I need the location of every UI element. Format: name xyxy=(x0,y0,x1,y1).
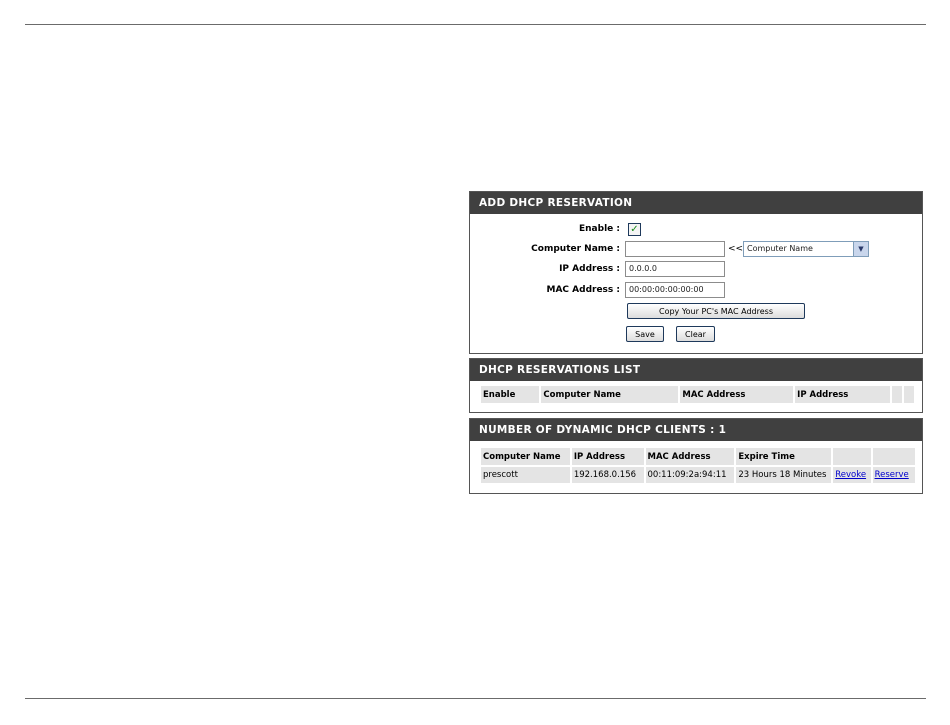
dynamic-clients-table: Computer Name IP Address MAC Address Exp… xyxy=(479,446,917,485)
computer-name-select-value: Computer Name xyxy=(747,244,813,253)
reserve-link[interactable]: Reserve xyxy=(875,470,909,480)
client-ip-address: 192.168.0.156 xyxy=(571,467,644,483)
panel-title: DHCP RESERVATIONS LIST xyxy=(470,359,922,381)
mac-address-input[interactable]: 00:00:00:00:00:00 xyxy=(625,282,725,298)
ip-address-input[interactable]: 0.0.0.0 xyxy=(625,261,725,277)
column-header-ip-address: IP Address xyxy=(795,386,890,403)
column-header-expire-time: Expire Time xyxy=(736,448,832,465)
panel-title: ADD DHCP RESERVATION xyxy=(470,192,922,214)
client-expire-time: 23 Hours 18 Minutes xyxy=(736,467,832,483)
enable-checkbox[interactable]: ✓ xyxy=(628,223,641,236)
save-button[interactable]: Save xyxy=(626,326,664,342)
ip-address-row: IP Address : 0.0.0.0 xyxy=(470,259,922,279)
copy-mac-address-button[interactable]: Copy Your PC's MAC Address xyxy=(627,303,805,319)
enable-row: Enable : ✓ xyxy=(470,219,922,239)
computer-name-input[interactable] xyxy=(625,241,725,257)
revoke-link[interactable]: Revoke xyxy=(835,470,866,480)
table-header-row: Computer Name IP Address MAC Address Exp… xyxy=(481,448,915,465)
bottom-divider xyxy=(25,698,926,699)
computer-name-row: Computer Name : << Computer Name ▼ xyxy=(470,239,922,259)
column-header-blank xyxy=(872,448,915,465)
reserve-cell: Reserve xyxy=(872,467,915,483)
client-computer-name: prescott xyxy=(481,467,570,483)
table-header-row: Enable Computer Name MAC Address IP Addr… xyxy=(481,386,914,403)
reservations-table: Enable Computer Name MAC Address IP Addr… xyxy=(479,384,916,405)
dhcp-reservations-list-panel: DHCP RESERVATIONS LIST Enable Computer N… xyxy=(469,358,923,413)
column-header-blank xyxy=(891,386,902,403)
column-header-blank xyxy=(833,448,871,465)
column-header-enable: Enable xyxy=(481,386,540,403)
mac-address-label: MAC Address : xyxy=(546,285,621,295)
table-row: prescott 192.168.0.156 00:11:09:2a:94:11… xyxy=(481,467,915,483)
column-header-mac-address: MAC Address xyxy=(645,448,735,465)
chevron-down-icon[interactable]: ▼ xyxy=(853,242,868,256)
panel-title: NUMBER OF DYNAMIC DHCP CLIENTS : 1 xyxy=(470,419,922,441)
top-divider xyxy=(25,24,926,25)
computer-name-label: Computer Name : xyxy=(531,244,620,254)
clear-button[interactable]: Clear xyxy=(676,326,715,342)
column-header-blank xyxy=(903,386,914,403)
dynamic-dhcp-clients-panel: NUMBER OF DYNAMIC DHCP CLIENTS : 1 Compu… xyxy=(469,418,923,494)
select-prefix: << xyxy=(728,244,744,254)
client-mac-address: 00:11:09:2a:94:11 xyxy=(645,467,735,483)
column-header-computer-name: Computer Name xyxy=(481,448,570,465)
revoke-cell: Revoke xyxy=(833,467,871,483)
column-header-mac-address: MAC Address xyxy=(680,386,794,403)
column-header-ip-address: IP Address xyxy=(571,448,644,465)
enable-label: Enable : xyxy=(579,224,620,234)
ip-address-label: IP Address : xyxy=(559,264,620,274)
mac-address-row: MAC Address : 00:00:00:00:00:00 xyxy=(470,280,922,300)
computer-name-select[interactable]: Computer Name ▼ xyxy=(743,241,869,257)
column-header-computer-name: Computer Name xyxy=(541,386,679,403)
add-dhcp-reservation-panel: ADD DHCP RESERVATION Enable : ✓ Computer… xyxy=(469,191,923,354)
